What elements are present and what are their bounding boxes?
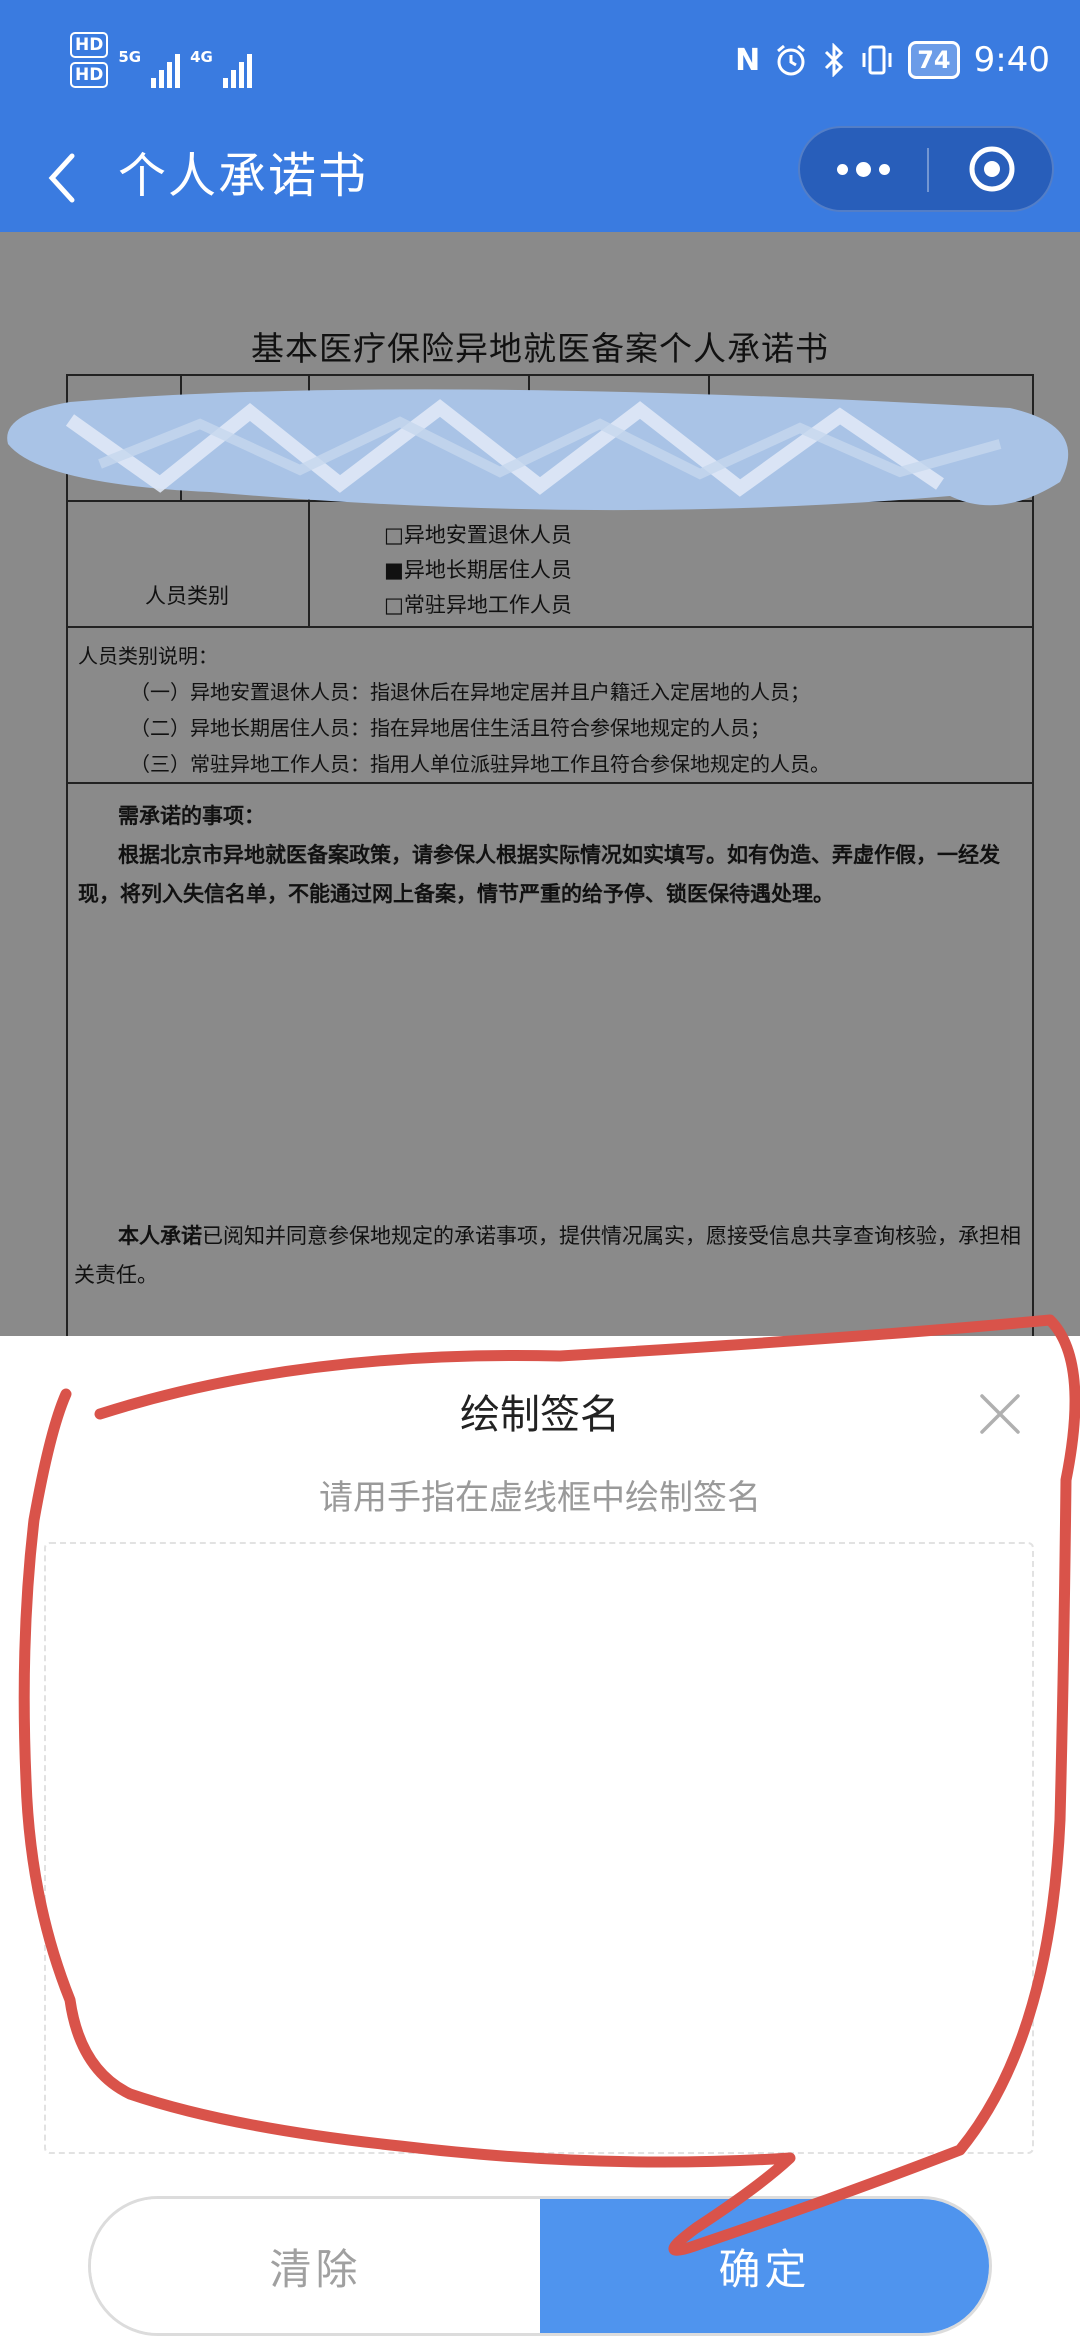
note-line: （一）异地安置退休人员：指退休后在异地定居并且户籍迁入定居地的人员； <box>130 680 810 704</box>
nfc-icon: N <box>735 42 761 78</box>
category-notes: 人员类别说明： （一）异地安置退休人员：指退休后在异地定居并且户籍迁入定居地的人… <box>78 638 1028 782</box>
more-dot <box>856 161 871 177</box>
hd2-badge: HD <box>70 62 109 88</box>
pledge-text: 根据北京市异地就医备案政策，请参保人根据实际情况如实填写。如有伪造、弄虚作假，一… <box>78 842 1000 906</box>
signature-pad[interactable] <box>44 1542 1034 2154</box>
signal-indicators: HD HD 5G 4G <box>70 32 252 88</box>
close-icon <box>980 1394 1020 1434</box>
nav-bar: 个人承诺书 <box>0 120 1080 232</box>
hd1-badge: HD <box>70 32 109 58</box>
sim2-network-label: 4G <box>190 48 213 66</box>
sim1-network-label: 5G <box>118 48 142 66</box>
signature-hint: 请用手指在虚线框中绘制签名 <box>319 1478 761 1518</box>
category-option: □异地安置退休人员 <box>384 523 572 547</box>
close-miniprogram-button[interactable] <box>929 128 1054 210</box>
chevron-left-icon <box>48 153 75 203</box>
status-bar: HD HD 5G 4G N 74 9:40 <box>0 0 1080 120</box>
document-preview: 基本医疗保险异地就医备案个人承诺书 人员类别 □异地安置退休人员 ■异地长期居住… <box>0 232 1080 1336</box>
signature-sheet: 绘制签名 请用手指在虚线框中绘制签名 清除 确定 <box>0 1336 1080 2340</box>
hd-badges: HD HD <box>70 32 109 88</box>
bluetooth-icon <box>825 43 844 77</box>
alarm-icon <box>777 44 806 76</box>
note-line: （三）常驻异地工作人员：指用人单位派驻异地工作且符合参保地规定的人员。 <box>130 752 830 776</box>
signature-action-buttons: 清除 确定 <box>88 2196 992 2336</box>
note-line: （二）异地长期居住人员：指在异地居住生活且符合参保地规定的人员； <box>130 716 770 740</box>
signature-title: 绘制签名 <box>460 1392 620 1438</box>
category-options: □异地安置退休人员 ■异地长期居住人员 □常驻异地工作人员 <box>384 518 572 623</box>
battery-indicator: 74 <box>908 41 960 79</box>
system-indicators: N 74 9:40 <box>735 40 1050 80</box>
pledge-section: 需承诺的事项： 根据北京市异地就医备案政策，请参保人根据实际情况如实填写。如有伪… <box>78 796 1026 913</box>
miniprogram-capsule <box>798 126 1054 212</box>
signal-bars-2-icon <box>222 48 252 88</box>
app-header: HD HD 5G 4G N 74 9:40 个人承诺书 <box>0 0 1080 232</box>
clear-button[interactable]: 清除 <box>91 2199 540 2333</box>
more-dot <box>837 163 848 175</box>
vibrate-icon <box>862 45 892 75</box>
confirm-button[interactable]: 确定 <box>540 2199 989 2333</box>
page-title: 个人承诺书 <box>118 148 369 204</box>
document-title: 基本医疗保险异地就医备案个人承诺书 <box>251 329 829 368</box>
signal-bars-icon <box>151 48 181 88</box>
pledge-title: 需承诺的事项： <box>118 803 265 828</box>
notes-title: 人员类别说明： <box>78 644 218 668</box>
category-option: ■异地长期居住人员 <box>384 558 572 582</box>
target-close-icon <box>969 146 1014 192</box>
sheet-close-button[interactable] <box>974 1388 1026 1440</box>
commitment-text: 本人承诺已阅知并同意参保地规定的承诺事项，提供情况属实，愿接受信息共享查询核验，… <box>74 1216 1030 1295</box>
commitment-body: 已阅知并同意参保地规定的承诺事项，提供情况属实，愿接受信息共享查询核验，承担相关… <box>74 1224 1021 1287</box>
table-row-divider <box>68 782 1032 784</box>
commitment-bold: 本人承诺 <box>118 1223 202 1248</box>
more-button[interactable] <box>800 128 927 210</box>
back-button[interactable] <box>36 142 96 212</box>
clock-time: 9:40 <box>973 40 1050 80</box>
redaction-scribble <box>7 389 1069 511</box>
category-option: □常驻异地工作人员 <box>384 593 572 617</box>
more-dot <box>879 163 890 175</box>
